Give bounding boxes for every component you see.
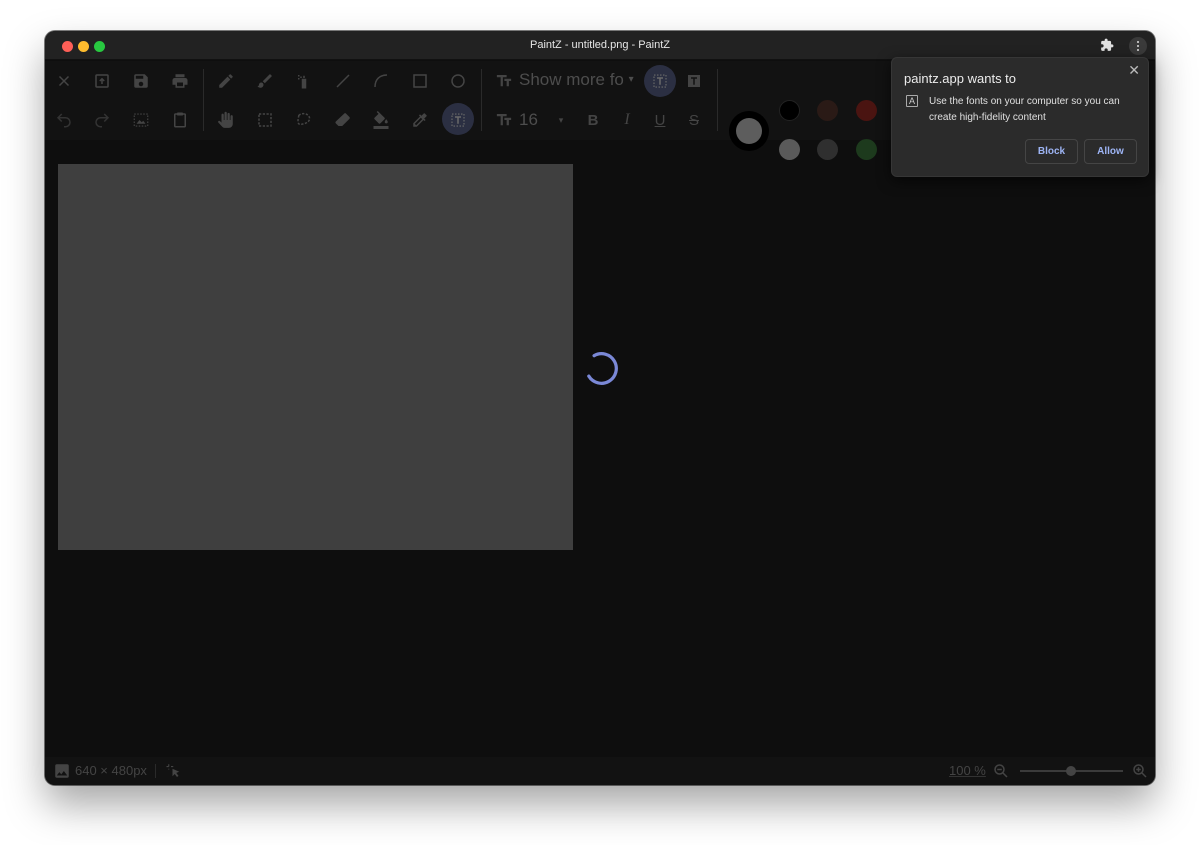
underline-button[interactable]: U: [649, 109, 671, 131]
image-icon: [51, 760, 73, 782]
pencil-icon[interactable]: [215, 70, 237, 92]
toolbar-divider: [203, 69, 204, 131]
strikethrough-button[interactable]: S: [683, 109, 705, 131]
font-size-value[interactable]: 16: [519, 110, 538, 130]
font-size-chevron-icon[interactable]: ▾: [550, 109, 572, 131]
extensions-puzzle-icon[interactable]: [1100, 38, 1114, 52]
zoom-out-icon[interactable]: [990, 760, 1012, 782]
open-file-icon[interactable]: [91, 70, 113, 92]
popup-message: Use the fonts on your computer so you ca…: [929, 96, 1120, 123]
font-size-icon: [493, 109, 515, 131]
text-opaque-icon[interactable]: [683, 70, 705, 92]
primary-color-swatch[interactable]: [729, 111, 769, 151]
popup-close-icon[interactable]: ✕: [1128, 62, 1140, 79]
block-button[interactable]: Block: [1025, 139, 1078, 164]
ellipse-icon[interactable]: [447, 70, 469, 92]
close-icon[interactable]: [53, 70, 75, 92]
line-icon[interactable]: [332, 70, 354, 92]
italic-button[interactable]: I: [616, 109, 638, 131]
rectangle-icon[interactable]: [409, 70, 431, 92]
status-bar: 640 × 480px 100 %: [45, 757, 1155, 785]
drawing-canvas[interactable]: [58, 164, 573, 550]
loading-spinner-icon: [585, 352, 618, 385]
rectangle-select-icon[interactable]: [254, 109, 276, 131]
title-bar: PaintZ - untitled.png - PaintZ: [45, 31, 1155, 60]
curve-icon[interactable]: [370, 70, 392, 92]
font-permission-popup: paintz.app wants to ✕ A Use the fonts on…: [891, 57, 1149, 177]
palette-swatch-brown[interactable]: [817, 100, 838, 121]
fill-bucket-icon[interactable]: [370, 109, 392, 131]
chevron-down-icon: ▾: [628, 74, 634, 85]
palette-swatch-green[interactable]: [856, 139, 877, 160]
image-dimensions: 640 × 480px: [75, 763, 147, 778]
font-family-dropdown[interactable]: Show more fo ▾: [519, 70, 634, 92]
font-family-value: Show more fo: [519, 70, 624, 89]
palette-swatch-gray[interactable]: [779, 139, 800, 160]
popup-title: paintz.app wants to: [904, 71, 1017, 86]
zoom-in-icon[interactable]: [1129, 760, 1151, 782]
font-permission-icon: A: [906, 95, 918, 107]
toolbar-divider: [717, 69, 718, 131]
zoom-slider-thumb[interactable]: [1066, 766, 1076, 776]
crop-image-icon[interactable]: [130, 109, 152, 131]
brush-icon[interactable]: [254, 70, 276, 92]
pan-hand-icon[interactable]: [215, 109, 237, 131]
palette-swatch-darkgray[interactable]: [817, 139, 838, 160]
bold-button[interactable]: B: [582, 109, 604, 131]
text-transparent-icon: [649, 70, 671, 92]
window-title: PaintZ - untitled.png - PaintZ: [529, 39, 670, 51]
redo-icon[interactable]: [91, 109, 113, 131]
browser-menu-button[interactable]: [1129, 37, 1147, 55]
palette-swatch-red[interactable]: [856, 100, 877, 121]
cursor-position-icon: [163, 760, 185, 782]
airbrush-icon[interactable]: [293, 70, 315, 92]
freeform-select-icon[interactable]: [293, 109, 315, 131]
save-icon[interactable]: [130, 70, 152, 92]
eraser-icon[interactable]: [332, 109, 354, 131]
toolbar-divider: [481, 69, 482, 131]
allow-button[interactable]: Allow: [1084, 139, 1137, 164]
print-icon[interactable]: [169, 70, 191, 92]
eyedropper-icon[interactable]: [409, 109, 431, 131]
text-tool-icon: [447, 109, 469, 131]
undo-icon[interactable]: [53, 109, 75, 131]
palette-swatch-black[interactable]: [779, 100, 800, 121]
zoom-level[interactable]: 100 %: [949, 763, 986, 778]
clipboard-icon[interactable]: [169, 109, 191, 131]
font-family-icon: [493, 70, 515, 92]
status-divider: [155, 764, 156, 778]
